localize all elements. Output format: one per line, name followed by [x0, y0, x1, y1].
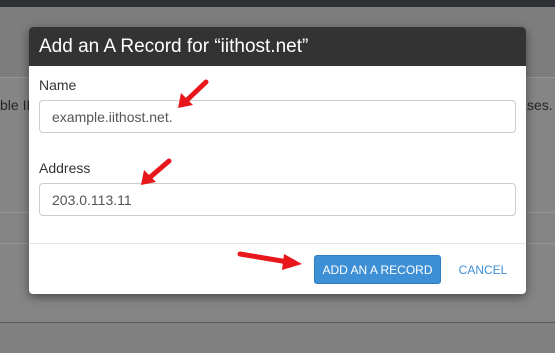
red-arrow-icon — [141, 158, 172, 185]
name-label: Name — [39, 77, 77, 93]
name-input[interactable] — [39, 100, 516, 133]
dialog-header: Add an A Record for “iithost.net” — [29, 27, 526, 66]
background-top-bar — [0, 0, 555, 7]
dialog-title: Add an A Record for “iithost.net” — [39, 36, 309, 57]
background-text-right: ses. T — [527, 97, 555, 113]
red-arrow-icon — [237, 251, 302, 270]
red-arrow-icon — [178, 79, 209, 108]
address-input[interactable] — [39, 183, 516, 216]
cancel-button[interactable]: CANCEL — [455, 255, 511, 284]
background-footer — [0, 323, 555, 353]
address-label: Address — [39, 160, 91, 176]
dialog-footer-divider — [29, 243, 526, 244]
add-a-record-button[interactable]: ADD AN A RECORD — [314, 255, 441, 284]
